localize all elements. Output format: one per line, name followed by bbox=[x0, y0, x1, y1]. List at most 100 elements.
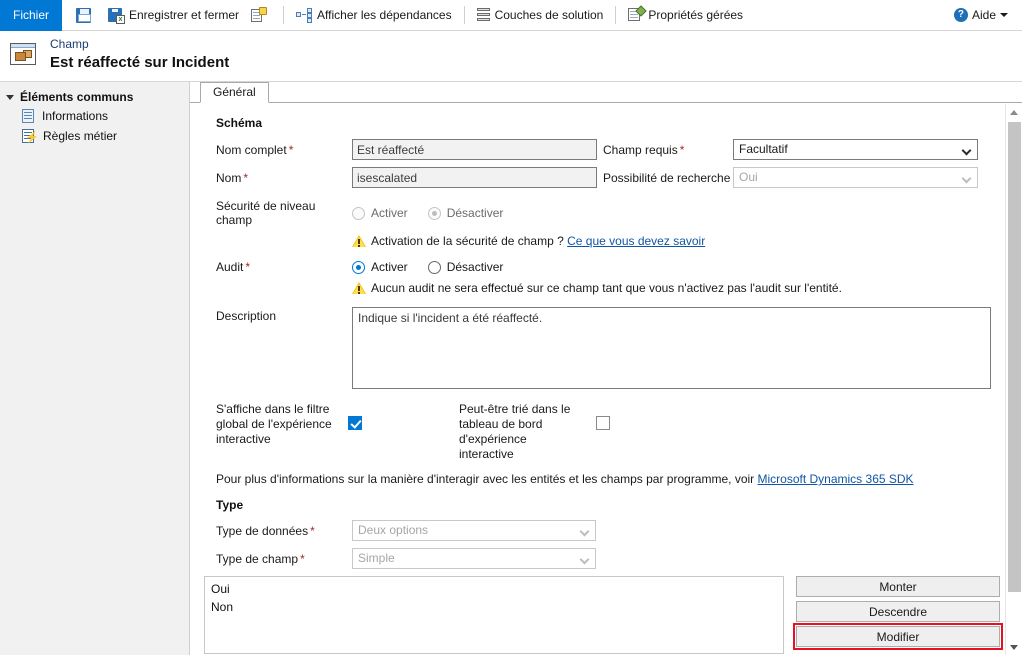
show-dependencies-button[interactable]: Afficher les dépendances bbox=[290, 2, 458, 28]
description-label: Description bbox=[216, 309, 277, 323]
global-filter-checkbox[interactable] bbox=[348, 416, 362, 430]
move-down-button[interactable]: Descendre bbox=[796, 601, 1000, 622]
sidebar-item-business-rules[interactable]: ⚡ Règles métier bbox=[0, 126, 189, 146]
solution-layers-label: Couches de solution bbox=[494, 8, 604, 22]
field-requirement-label-cell: Champ requis * bbox=[597, 143, 733, 157]
required-asterisk: * bbox=[310, 523, 315, 538]
field-security-warning: Activation de la sécurité de champ ? Ce … bbox=[204, 234, 991, 248]
field-requirement-field-cell: Facultatif bbox=[733, 139, 978, 160]
chevron-down-icon bbox=[579, 526, 590, 537]
field-security-enable-label: Activer bbox=[371, 206, 408, 220]
sidebar-item-informations[interactable]: Informations bbox=[0, 106, 189, 126]
field-requirement-select[interactable]: Facultatif bbox=[733, 139, 978, 160]
section-title-type: Type bbox=[216, 498, 244, 512]
managed-properties-label: Propriétés gérées bbox=[648, 8, 744, 22]
field-security-radio-group: Activer Désactiver bbox=[352, 206, 523, 220]
audit-warning-text: Aucun audit ne sera effectué sur ce cham… bbox=[371, 281, 842, 295]
field-requirement-value: Facultatif bbox=[739, 142, 788, 156]
business-rules-icon: ⚡ bbox=[22, 129, 39, 144]
field-requirement-label: Champ requis bbox=[603, 142, 678, 157]
field-security-label-cell: Sécurité de niveau champ bbox=[204, 199, 352, 227]
radio-icon bbox=[427, 206, 441, 220]
sdk-info-text: Pour plus d'informations sur la manière … bbox=[216, 472, 758, 486]
scrollbar-thumb[interactable] bbox=[1008, 122, 1021, 592]
field-security-disable-option: Désactiver bbox=[427, 206, 504, 220]
sortable-dashboard-checkbox[interactable] bbox=[596, 416, 610, 430]
sidebar-group-common-elements[interactable]: Éléments communs bbox=[0, 88, 189, 106]
description-textarea[interactable]: Indique si l'incident a été réaffecté. bbox=[352, 307, 991, 389]
name-label: Nom bbox=[216, 170, 242, 185]
row-description: Description Indique si l'incident a été … bbox=[204, 307, 991, 392]
save-as-new-icon bbox=[251, 6, 268, 23]
required-asterisk: * bbox=[245, 260, 251, 274]
sortable-dashboard-checkbox-cell bbox=[584, 402, 644, 430]
edit-button[interactable]: Modifier bbox=[793, 623, 1003, 650]
managed-properties-button[interactable]: Propriétés gérées bbox=[622, 2, 749, 28]
header-subtitle: Champ bbox=[50, 37, 89, 51]
required-asterisk: * bbox=[300, 551, 305, 566]
help-button[interactable]: ? Aide bbox=[948, 2, 1014, 28]
required-asterisk: * bbox=[288, 142, 294, 157]
tab-general[interactable]: Général bbox=[200, 82, 269, 103]
save-as-new-button[interactable] bbox=[245, 2, 277, 28]
full-name-label-cell: Nom complet * bbox=[204, 143, 352, 157]
audit-disable-option[interactable]: Désactiver bbox=[427, 260, 503, 274]
save-icon bbox=[76, 7, 91, 23]
full-name-input[interactable] bbox=[352, 139, 597, 160]
data-type-field-cell: Deux options bbox=[352, 520, 596, 541]
sortable-dashboard-label-cell: Peut-être trié dans le tableau de bord d… bbox=[449, 402, 584, 462]
file-tab[interactable]: Fichier bbox=[0, 0, 62, 31]
page-title: Est réaffecté sur Incident bbox=[50, 53, 230, 71]
save-and-close-button[interactable]: x Enregistrer et fermer bbox=[102, 2, 245, 28]
data-type-label: Type de données bbox=[216, 523, 309, 538]
field-security-warning-link[interactable]: Ce que vous devez savoir bbox=[567, 234, 705, 248]
sidebar: Éléments communs Informations ⚡ Règles m… bbox=[0, 82, 190, 655]
audit-enable-label: Activer bbox=[371, 260, 408, 274]
name-input[interactable] bbox=[352, 167, 597, 188]
audit-label-cell: Audit * bbox=[204, 260, 352, 274]
solution-layers-button[interactable]: Couches de solution bbox=[471, 2, 610, 28]
save-button[interactable] bbox=[62, 2, 102, 28]
page-body: Éléments communs Informations ⚡ Règles m… bbox=[0, 81, 1022, 655]
radio-icon bbox=[427, 260, 441, 274]
scroll-up-button[interactable] bbox=[1006, 104, 1022, 120]
list-item[interactable]: Non bbox=[211, 598, 783, 616]
scroll-down-button[interactable] bbox=[1006, 639, 1022, 655]
chevron-down-icon bbox=[961, 145, 972, 156]
full-name-field-cell bbox=[352, 139, 597, 160]
options-list[interactable]: Oui Non bbox=[204, 576, 784, 654]
warning-icon bbox=[352, 235, 366, 248]
chevron-down-icon bbox=[1000, 13, 1008, 17]
move-up-button[interactable]: Monter bbox=[796, 576, 1000, 597]
main-pane: Général Schéma Nom complet* Champ requis… bbox=[190, 82, 1022, 655]
vertical-scrollbar[interactable] bbox=[1005, 104, 1022, 655]
field-entity-icon bbox=[10, 43, 40, 69]
required-asterisk: * bbox=[679, 142, 685, 157]
solution-layers-icon bbox=[476, 8, 490, 22]
sdk-info-link[interactable]: Microsoft Dynamics 365 SDK bbox=[758, 472, 914, 486]
help-label: Aide bbox=[971, 8, 996, 22]
ribbon-separator-1 bbox=[283, 6, 285, 24]
ribbon-group-primary: x Enregistrer et fermer bbox=[62, 0, 277, 31]
chevron-down-icon bbox=[579, 554, 590, 565]
row-field-security: Sécurité de niveau champ Activer Désacti… bbox=[204, 199, 991, 227]
row-data-type: Type de données * Deux options bbox=[204, 520, 991, 541]
row-audit: Audit * Activer Désactiver bbox=[204, 260, 991, 274]
ribbon-separator-3 bbox=[615, 6, 617, 24]
show-dependencies-label: Afficher les dépendances bbox=[317, 8, 452, 22]
radio-icon bbox=[352, 206, 365, 220]
triangle-down-icon bbox=[6, 94, 14, 100]
field-security-disable-label: Désactiver bbox=[446, 206, 504, 220]
field-type-label: Type de champ bbox=[216, 551, 299, 566]
options-block: Oui Non Monter Descendre Modifier bbox=[204, 576, 1003, 654]
searchable-label-cell: Possibilité de recherche bbox=[597, 171, 733, 185]
page-header: Champ Est réaffecté sur Incident Utilisa… bbox=[0, 31, 1022, 97]
audit-enable-option[interactable]: Activer bbox=[352, 260, 408, 274]
field-type-field-cell: Simple bbox=[352, 548, 596, 569]
list-item[interactable]: Oui bbox=[211, 580, 783, 598]
row-field-type: Type de champ * Simple bbox=[204, 548, 991, 569]
audit-label: Audit bbox=[216, 260, 244, 274]
save-and-close-label: Enregistrer et fermer bbox=[129, 8, 240, 22]
sdk-info-line: Pour plus d'informations sur la manière … bbox=[216, 472, 991, 486]
radio-icon bbox=[352, 260, 365, 274]
